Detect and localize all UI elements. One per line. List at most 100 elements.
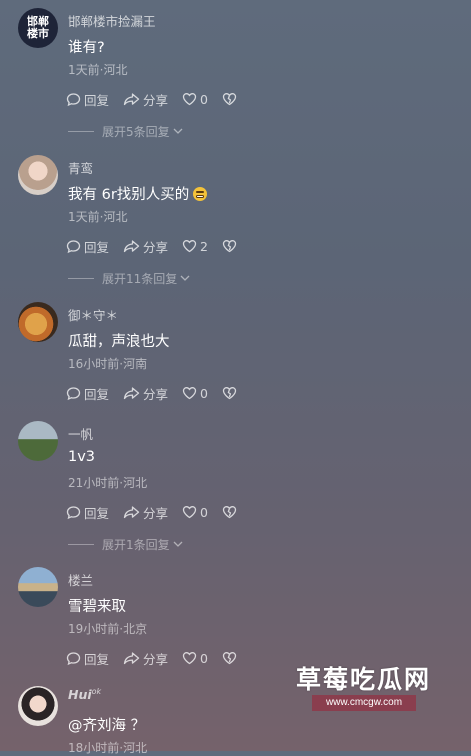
share-icon (123, 651, 140, 664)
heart-icon (182, 240, 197, 253)
heart-icon (182, 93, 197, 106)
chevron-down-icon (180, 275, 190, 281)
reply-label: 回复 (84, 239, 110, 255)
avatar[interactable] (18, 686, 58, 726)
comment-username[interactable]: 一帆 (68, 424, 93, 443)
reply-button[interactable]: 回复 (66, 237, 109, 256)
expand-replies[interactable]: 展开5条回复 (68, 123, 184, 139)
reply-icon (66, 239, 81, 253)
reply-label: 回复 (84, 92, 110, 108)
reply-button[interactable]: 回复 (66, 384, 109, 403)
reply-icon (66, 505, 81, 519)
chevron-down-icon (173, 541, 183, 547)
share-icon (123, 386, 140, 399)
share-label: 分享 (143, 651, 169, 667)
expand-replies[interactable]: 展开11条回复 (68, 270, 191, 286)
expand-replies[interactable]: 展开1条回复 (68, 536, 184, 552)
reply-label: 回复 (84, 386, 110, 402)
comment-meta: 21小时前·河北 (68, 476, 148, 490)
chevron-down-icon (173, 128, 183, 134)
reply-icon (66, 651, 81, 665)
reply-button[interactable]: 回复 (66, 90, 109, 109)
comment-text-content: 我有 6r找别人买的 (68, 187, 190, 203)
like-button[interactable]: 2 (182, 239, 208, 254)
divider-line (68, 130, 94, 132)
reply-button[interactable]: 回复 (66, 649, 109, 668)
comment-text: 1v3 (68, 449, 96, 465)
username-text: Hui (68, 687, 92, 703)
share-icon (123, 239, 140, 252)
dislike-button[interactable] (222, 505, 240, 519)
reply-button[interactable]: 回复 (66, 503, 109, 522)
like-count: 2 (200, 238, 208, 254)
comment-username[interactable]: 青鸾 (68, 158, 93, 177)
like-count: 0 (200, 91, 208, 107)
avatar[interactable] (18, 567, 58, 607)
broken-heart-icon (222, 652, 237, 665)
broken-heart-icon (222, 240, 237, 253)
dislike-button[interactable] (222, 651, 240, 665)
comment-actions: 回复 分享 0 (66, 502, 254, 522)
divider-line (68, 277, 94, 279)
watermark-title: 草莓吃瓜网 (296, 665, 432, 694)
expand-replies-label: 展开11条回复 (102, 271, 178, 286)
avatar[interactable] (18, 421, 58, 461)
comment-actions: 回复 分享 2 (66, 236, 254, 256)
broken-heart-icon (222, 387, 237, 400)
comment-actions: 回复 分享 0 (66, 383, 254, 403)
like-button[interactable]: 0 (182, 386, 208, 401)
grimace-emoji-icon (193, 187, 208, 201)
comment-text: 雪碧来取 (68, 599, 126, 615)
comment-actions: 回复 分享 0 (66, 89, 254, 109)
broken-heart-icon (222, 506, 237, 519)
avatar[interactable] (18, 302, 58, 342)
avatar[interactable] (18, 155, 58, 195)
share-button[interactable]: 分享 (123, 649, 168, 668)
share-label: 分享 (143, 239, 169, 255)
like-button[interactable]: 0 (182, 651, 208, 666)
username-superscript: ok (91, 687, 102, 696)
like-count: 0 (200, 385, 208, 401)
avatar[interactable]: 邯郸楼市 (18, 8, 58, 48)
share-label: 分享 (143, 505, 169, 521)
share-button[interactable]: 分享 (123, 237, 168, 256)
comment-actions: 回复 分享 0 (66, 648, 254, 668)
watermark-url: www.cmcgw.com (312, 695, 416, 711)
share-icon (123, 92, 140, 105)
reply-icon (66, 92, 81, 106)
reply-label: 回复 (84, 651, 110, 667)
broken-heart-icon (222, 93, 237, 106)
comment-meta: 1天前·河北 (68, 210, 128, 224)
dislike-button[interactable] (222, 92, 240, 106)
heart-icon (182, 652, 197, 665)
dislike-button[interactable] (222, 239, 240, 253)
like-count: 0 (200, 504, 208, 520)
share-label: 分享 (143, 386, 169, 402)
like-button[interactable]: 0 (182, 505, 208, 520)
comment-meta: 19小时前·北京 (68, 622, 148, 636)
comment-meta: 1天前·河北 (68, 63, 128, 77)
share-button[interactable]: 分享 (123, 503, 168, 522)
comment-meta: 18小时前·河北 (68, 741, 148, 755)
heart-icon (182, 506, 197, 519)
share-button[interactable]: 分享 (123, 384, 168, 403)
comment-username[interactable]: 邯郸楼市捡漏王 (68, 11, 156, 30)
comment-username[interactable]: 楼兰 (68, 570, 93, 589)
comment-text: 谁有? (68, 40, 105, 56)
share-label: 分享 (143, 92, 169, 108)
like-count: 0 (200, 650, 208, 666)
expand-replies-label: 展开5条回复 (102, 124, 170, 139)
expand-replies-label: 展开1条回复 (102, 537, 170, 552)
share-button[interactable]: 分享 (123, 90, 168, 109)
dislike-button[interactable] (222, 386, 240, 400)
comment-meta: 16小时前·河南 (68, 357, 148, 371)
avatar-logo-text: 邯郸楼市 (27, 15, 49, 40)
heart-icon (182, 387, 197, 400)
reply-label: 回复 (84, 505, 110, 521)
reply-icon (66, 386, 81, 400)
comment-username[interactable]: Huiok (68, 687, 101, 702)
comment-text: 我有 6r找别人买的 (68, 183, 208, 204)
comment-text: @齐刘海 ？ (68, 718, 146, 734)
comment-username[interactable]: 御＊守＊ (68, 305, 118, 324)
like-button[interactable]: 0 (182, 92, 208, 107)
